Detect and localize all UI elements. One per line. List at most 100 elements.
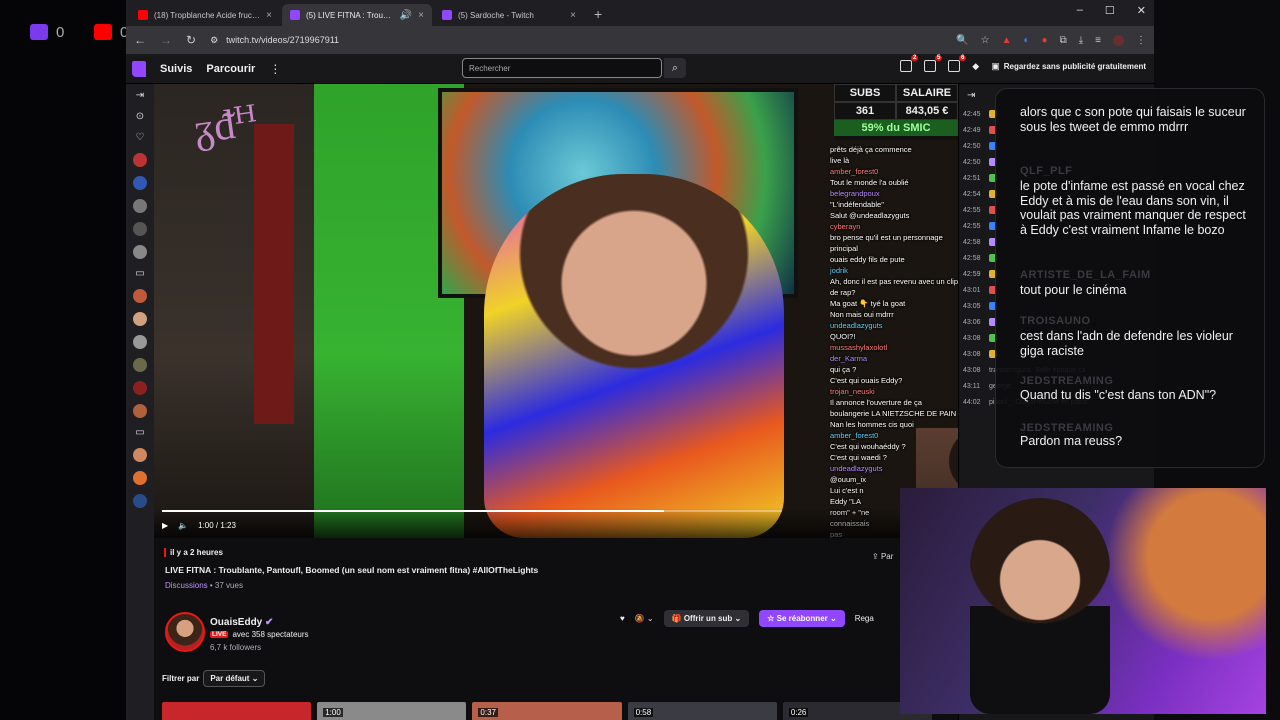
bits-icon[interactable]: ◆ bbox=[972, 61, 979, 72]
new-tab-button[interactable]: + bbox=[586, 6, 610, 26]
watch-button[interactable]: Rega bbox=[855, 614, 874, 623]
site-info-icon[interactable]: ⚙ bbox=[210, 35, 218, 46]
resub-label: Se réabonner bbox=[776, 614, 828, 623]
heart-icon[interactable]: ♡ bbox=[134, 132, 146, 144]
notification-bell-icon[interactable]: 🔕 ⌄ bbox=[635, 614, 654, 623]
download-icon[interactable]: ⤓ bbox=[1079, 35, 1083, 46]
channel-name[interactable]: OuaisEddy ✔ bbox=[210, 617, 273, 628]
maximize-icon[interactable]: ☐ bbox=[1105, 4, 1115, 17]
video-camera-icon[interactable]: ▭ bbox=[134, 268, 146, 280]
close-tab-icon[interactable]: × bbox=[418, 10, 424, 21]
follow-heart-icon[interactable]: ♥ bbox=[620, 614, 625, 623]
player-time: 1:00 / 1:23 bbox=[198, 521, 236, 530]
overlay-chat-username: jodrik bbox=[830, 266, 848, 275]
overlay-chat-message: Salut @undeadlazyguts bbox=[830, 210, 958, 221]
channel-avatar[interactable] bbox=[133, 176, 147, 190]
gift-sub-button[interactable]: 🎁 Offrir un sub ⌄ bbox=[663, 610, 750, 627]
overlay-chat-text: Lui c'est n bbox=[830, 486, 864, 495]
zoom-icon[interactable]: 🔍 bbox=[956, 35, 968, 46]
video-thumbnail[interactable] bbox=[162, 702, 312, 720]
channel-avatar[interactable] bbox=[165, 612, 205, 652]
close-tab-icon[interactable]: × bbox=[266, 10, 272, 21]
nav-following[interactable]: Suivis bbox=[160, 63, 192, 75]
chat-popout-overlay: alors que c son pote qui faisais le suce… bbox=[995, 88, 1265, 468]
channel-name-text: OuaisEddy bbox=[210, 617, 263, 628]
channel-avatar[interactable] bbox=[133, 358, 147, 372]
forward-icon[interactable]: → bbox=[160, 33, 172, 47]
url-bar[interactable]: ⚙ twitch.tv/videos/2719967911 bbox=[210, 30, 942, 50]
recommended-icon[interactable]: ⊙ bbox=[134, 111, 146, 123]
video-backdrop-flag bbox=[254, 124, 294, 424]
channel-avatar[interactable] bbox=[133, 335, 147, 349]
gift-sub-label: Offrir un sub bbox=[683, 614, 733, 623]
app-badge-youtube[interactable]: 0 bbox=[94, 22, 128, 42]
resubscribe-button[interactable]: ☆ Se réabonner ⌄ bbox=[759, 610, 845, 627]
close-window-icon[interactable]: ✕ bbox=[1137, 4, 1146, 17]
overlay-chat-text: Il annonce l'ouverture de ça boulangerie… bbox=[830, 398, 957, 418]
overlay-chat-text: C'est qui waedi ? bbox=[830, 453, 887, 462]
tab-title: (5) LIVE FITNA : Troublante... bbox=[306, 10, 394, 20]
channel-avatar[interactable] bbox=[133, 404, 147, 418]
browser-menu-icon[interactable]: ⋮ bbox=[1136, 35, 1146, 46]
video-camera-icon[interactable]: ▭ bbox=[134, 427, 146, 439]
live-status: LIVE avec 358 spectateurs bbox=[210, 630, 309, 639]
nav-browse[interactable]: Parcourir bbox=[206, 63, 255, 75]
inbox-icon[interactable]: 5 bbox=[924, 55, 943, 72]
category-link[interactable]: Discussions bbox=[165, 581, 208, 590]
expand-sidebar-icon[interactable]: ⇥ bbox=[134, 90, 146, 102]
close-tab-icon[interactable]: × bbox=[570, 10, 576, 21]
overlay-chat-message: trojan_neuski Il annonce l'ouverture de ç… bbox=[830, 386, 958, 419]
search-input[interactable]: Rechercher bbox=[462, 58, 662, 78]
app-badge-twitch[interactable]: 0 bbox=[30, 22, 64, 42]
filter-select[interactable]: Par défaut ⌄ bbox=[203, 670, 266, 687]
twitch-logo-icon[interactable] bbox=[132, 60, 146, 77]
extension-icon[interactable]: ◐ bbox=[1024, 35, 1030, 46]
channel-avatar[interactable] bbox=[133, 153, 147, 167]
extension-icon[interactable]: ● bbox=[1042, 35, 1048, 46]
play-icon[interactable]: ▶ bbox=[162, 521, 168, 530]
reload-icon[interactable]: ↻ bbox=[186, 33, 196, 47]
channel-avatar[interactable] bbox=[133, 289, 147, 303]
channel-avatar[interactable] bbox=[133, 471, 147, 485]
video-thumbnails: 1:00 0:37 0:58 0:26 bbox=[162, 702, 933, 720]
pdf-extension-icon[interactable]: ▲ bbox=[1002, 35, 1012, 46]
popout-chat-message: Pardon ma reuss? bbox=[1020, 434, 1123, 448]
browser-tab[interactable]: (5) Sardoche - Twitch × bbox=[434, 4, 584, 26]
bookmark-star-icon[interactable]: ☆ bbox=[981, 35, 990, 46]
volume-icon[interactable]: 🔈 bbox=[178, 521, 188, 530]
minimize-icon[interactable]: – bbox=[1077, 4, 1083, 17]
seek-bar[interactable] bbox=[162, 510, 782, 512]
channel-avatar[interactable] bbox=[133, 245, 147, 259]
youtube-app-icon bbox=[94, 24, 112, 40]
whispers-icon[interactable]: 6 bbox=[948, 55, 967, 72]
smic-percent: 59% du SMIC bbox=[834, 120, 958, 136]
channel-avatar[interactable] bbox=[133, 312, 147, 326]
back-icon[interactable]: ← bbox=[134, 33, 146, 47]
profile-avatar[interactable] bbox=[1113, 34, 1124, 46]
video-thumbnail[interactable]: 0:58 bbox=[627, 702, 777, 720]
channel-avatar[interactable] bbox=[133, 381, 147, 395]
share-button[interactable]: ⇪ Par bbox=[872, 552, 893, 561]
ad-free-button[interactable]: ▣ Regardez sans publicité gratuitement bbox=[991, 61, 1146, 72]
channel-avatar[interactable] bbox=[133, 494, 147, 508]
search-icon[interactable]: ⌕ bbox=[664, 58, 686, 78]
thumbnail-duration: 0:26 bbox=[788, 708, 809, 717]
video-player[interactable]: ᵹᵭᵸ SUBS SALAIRE 361 843,05 € 59% du SMI… bbox=[154, 84, 958, 538]
channel-avatar[interactable] bbox=[133, 222, 147, 236]
channel-avatar[interactable] bbox=[133, 448, 147, 462]
media-control-icon[interactable]: ≡ bbox=[1095, 35, 1101, 46]
popout-chat-message: cest dans l'adn de defendre les violeur … bbox=[1020, 329, 1233, 358]
overlay-chat-message: mussashylaxolotl bbox=[830, 342, 958, 353]
more-menu-icon[interactable]: ⋮ bbox=[269, 62, 281, 76]
prime-loot-icon[interactable]: 2 bbox=[900, 55, 919, 72]
channel-avatar[interactable] bbox=[133, 199, 147, 213]
desktop-left-strip: 0 0 bbox=[0, 0, 128, 720]
extensions-puzzle-icon[interactable]: ⧉ bbox=[1060, 35, 1067, 46]
speaker-icon[interactable]: 🔊 bbox=[400, 10, 412, 21]
popout-chat-message: le pote d'infame est passé en vocal chez… bbox=[1020, 179, 1246, 237]
video-thumbnail[interactable]: 0:37 bbox=[472, 702, 622, 720]
browser-tab[interactable]: (18) Tropblanche Acide fructifi... × bbox=[130, 4, 280, 26]
video-thumbnail[interactable]: 1:00 bbox=[317, 702, 467, 720]
overlay-chat-text: Nan les hommes cis quoi bbox=[830, 420, 914, 429]
browser-tab-active[interactable]: (5) LIVE FITNA : Troublante... 🔊 × bbox=[282, 4, 432, 26]
